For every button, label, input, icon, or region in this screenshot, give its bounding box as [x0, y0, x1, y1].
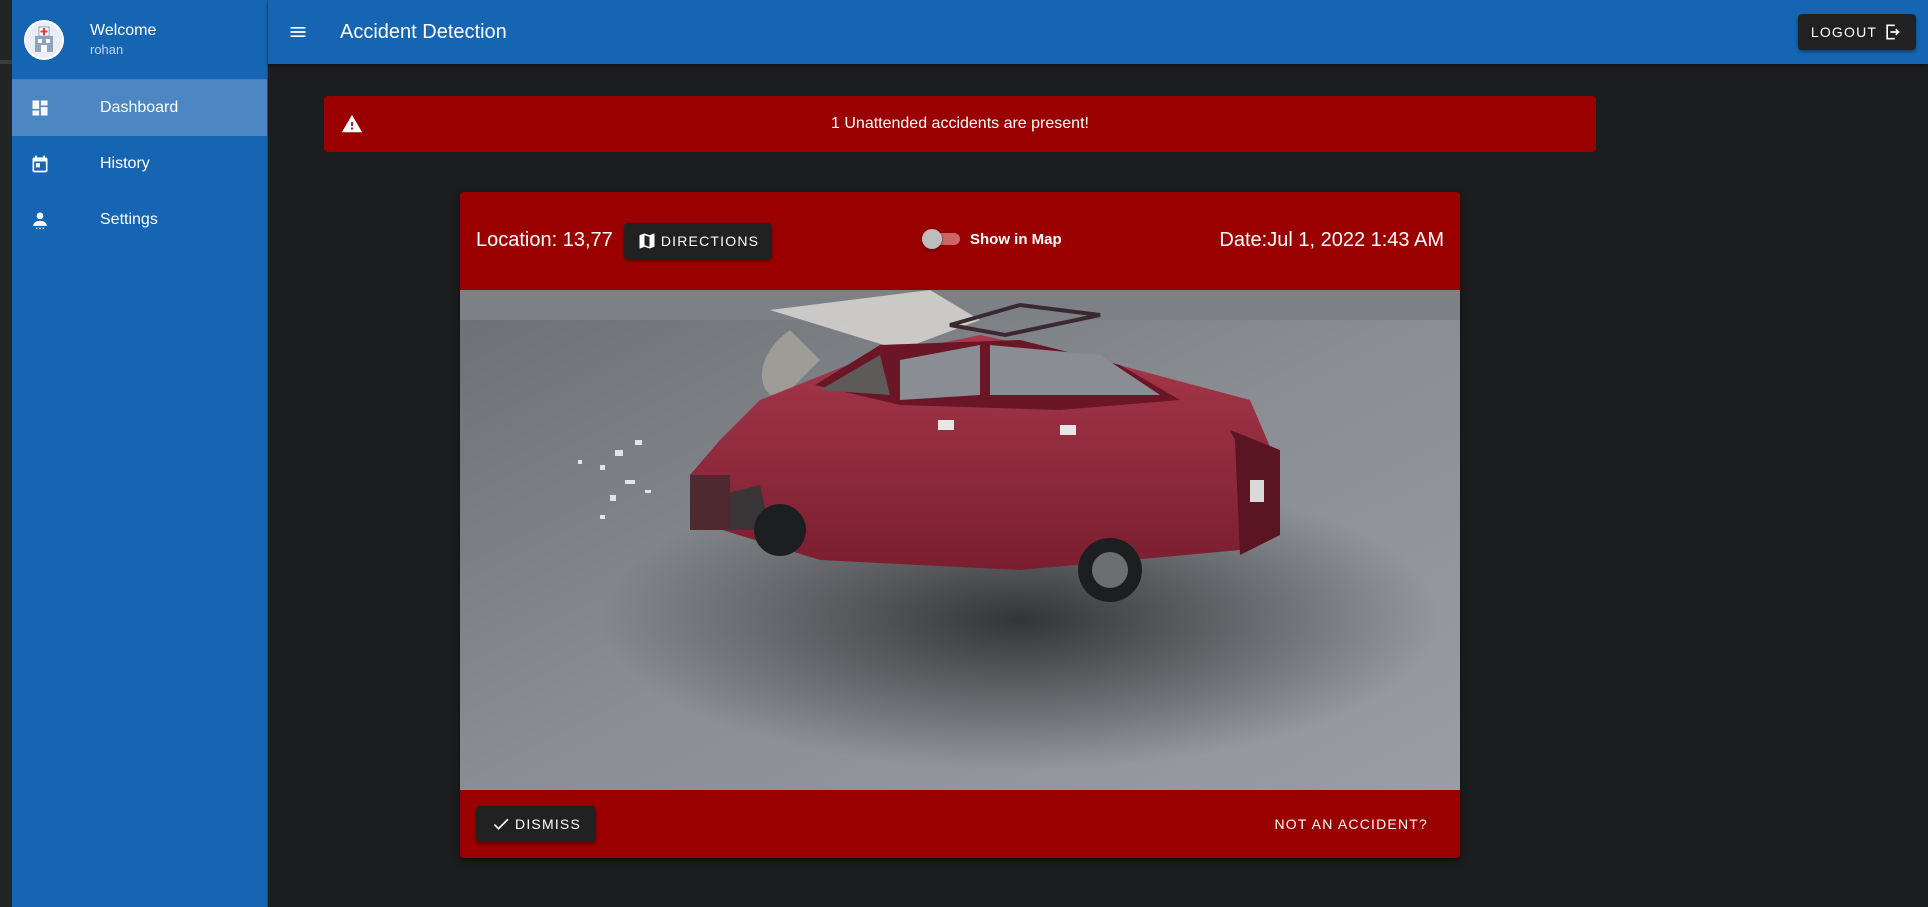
user-profile: Welcome rohan — [12, 0, 267, 80]
accident-card: Location: 13,77 DIRECTIONS Show in Map D… — [460, 192, 1460, 858]
app-bar: Accident Detection LOGOUT — [268, 0, 1928, 64]
warning-icon — [340, 112, 364, 136]
sidebar-item-label: Dashboard — [100, 99, 179, 116]
toggle-thumb — [922, 229, 942, 249]
map-icon — [637, 231, 657, 251]
directions-label: DIRECTIONS — [660, 233, 760, 249]
toggle-switch[interactable] — [922, 229, 962, 249]
accident-date: Date:Jul 1, 2022 1:43 AM — [1219, 229, 1444, 251]
dismiss-label: DISMISS — [515, 816, 581, 832]
sidebar-item-history[interactable]: History — [12, 136, 267, 192]
person-icon — [28, 208, 52, 232]
dismiss-button[interactable]: DISMISS — [476, 806, 596, 842]
logout-label: LOGOUT — [1810, 24, 1878, 40]
alert-message: 1 Unattended accidents are present! — [831, 115, 1089, 132]
logout-button[interactable]: LOGOUT — [1798, 14, 1916, 50]
calendar-icon — [28, 152, 52, 176]
sidebar: Welcome rohan Dashboard History Settings — [12, 0, 268, 907]
card-header: Location: 13,77 DIRECTIONS Show in Map D… — [460, 192, 1460, 290]
username: rohan — [90, 41, 124, 57]
show-in-map-toggle[interactable]: Show in Map — [922, 229, 1062, 249]
welcome-text: Welcome — [90, 21, 157, 39]
accident-image — [460, 290, 1460, 790]
window-left-edge — [0, 0, 12, 907]
unattended-alert: 1 Unattended accidents are present! — [324, 96, 1596, 152]
sidebar-item-settings[interactable]: Settings — [12, 192, 267, 248]
directions-button[interactable]: DIRECTIONS — [624, 223, 772, 259]
menu-button[interactable] — [282, 16, 314, 48]
sidebar-item-label: Settings — [100, 211, 158, 228]
logout-icon — [1883, 22, 1903, 42]
card-actions: DISMISS NOT AN ACCIDENT? — [460, 790, 1460, 858]
dashboard-icon — [28, 96, 52, 120]
hospital-icon — [26, 21, 62, 58]
sidebar-item-dashboard[interactable]: Dashboard — [12, 80, 267, 136]
check-icon — [491, 814, 511, 834]
page-title: Accident Detection — [340, 21, 507, 43]
sidebar-item-label: History — [100, 155, 150, 172]
crashed-car-image — [460, 290, 1460, 790]
hamburger-icon — [290, 27, 306, 37]
avatar — [24, 19, 64, 60]
location-text: Location: 13,77 — [476, 229, 613, 251]
not-an-accident-button[interactable]: NOT AN ACCIDENT? — [1258, 806, 1444, 842]
show-in-map-label: Show in Map — [970, 230, 1062, 248]
edge-notch — [0, 60, 12, 64]
